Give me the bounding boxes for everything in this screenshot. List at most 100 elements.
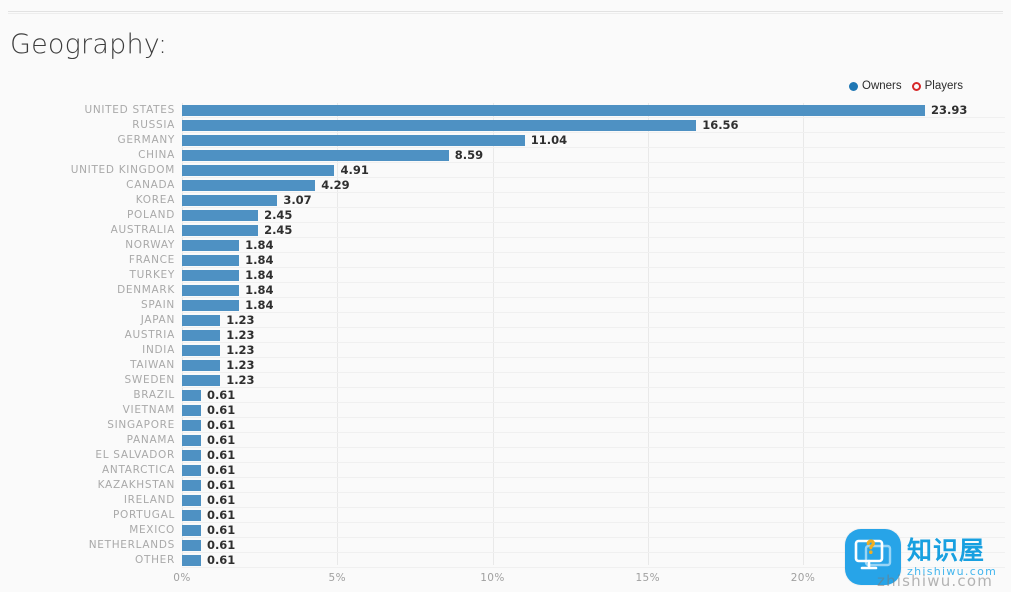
bar-row[interactable]: POLAND 2.45 [0, 208, 1011, 223]
bar-row[interactable]: RUSSIA 16.56 [0, 118, 1011, 133]
bar-owners[interactable] [182, 375, 221, 386]
category-label: NETHERLANDS [88, 539, 175, 551]
bar-row[interactable]: SINGAPORE 0.61 [0, 418, 1011, 433]
bar-owners[interactable] [182, 240, 240, 251]
bar-row[interactable]: KAZAKHSTAN 0.61 [0, 478, 1011, 493]
geography-chart-page: Geography: Owners Players UNITED STATES 23… [0, 0, 1011, 592]
bar-owners[interactable] [182, 285, 240, 296]
bar-value-label: 0.61 [206, 388, 236, 402]
header-divider [8, 11, 1003, 12]
bar-owners[interactable] [182, 480, 201, 491]
bar-row[interactable]: UNITED KINGDOM 4.91 [0, 163, 1011, 178]
category-label: UNITED KINGDOM [70, 164, 175, 176]
bar-owners[interactable] [182, 315, 221, 326]
category-label: ANTARCTICA [102, 464, 175, 476]
bar-value-label: 0.61 [206, 433, 236, 447]
bar-row[interactable]: PANAMA 0.61 [0, 433, 1011, 448]
bar-owners[interactable] [182, 540, 201, 551]
bar-owners[interactable] [182, 405, 201, 416]
bar-owners[interactable] [182, 465, 201, 476]
bar-row[interactable]: CANADA 4.29 [0, 178, 1011, 193]
chart-legend: Owners Players [849, 80, 963, 93]
bar-owners[interactable] [182, 450, 201, 461]
bar-owners[interactable] [182, 255, 240, 266]
bar-owners[interactable] [182, 150, 449, 161]
bar-value-label: 2.45 [264, 208, 293, 222]
legend-label: Players [924, 80, 963, 92]
bar-row[interactable]: AUSTRIA 1.23 [0, 328, 1011, 343]
bar-owners[interactable] [182, 225, 259, 236]
bar-value-label: 0.61 [206, 538, 236, 552]
bar-owners[interactable] [182, 120, 697, 131]
bar-owners[interactable] [182, 345, 221, 356]
bar-owners[interactable] [182, 435, 201, 446]
bar-owners[interactable] [182, 210, 259, 221]
watermark-text: 知识屋 zhishiwu.com [907, 538, 997, 577]
bar-row[interactable]: ANTARCTICA 0.61 [0, 463, 1011, 478]
bar-row[interactable]: DENMARK 1.84 [0, 283, 1011, 298]
x-axis-tick-label: 10% [480, 572, 505, 584]
bar-row[interactable]: AUSTRALIA 2.45 [0, 223, 1011, 238]
bar-value-label: 1.23 [226, 313, 255, 327]
bar-row[interactable]: EL SALVADOR 0.61 [0, 448, 1011, 463]
bar-value-label: 1.84 [245, 238, 274, 252]
bar-row[interactable]: UNITED STATES 23.93 [0, 103, 1011, 118]
category-label: CANADA [126, 179, 175, 191]
legend-item-owners[interactable]: Owners [849, 80, 902, 93]
category-label: DENMARK [117, 284, 175, 296]
bar-row[interactable]: NORWAY 1.84 [0, 238, 1011, 253]
legend-item-players[interactable]: Players [911, 80, 963, 93]
bar-owners[interactable] [182, 135, 525, 146]
category-label: PORTUGAL [113, 509, 175, 521]
bar-value-label: 0.61 [206, 463, 236, 477]
category-label: MEXICO [129, 524, 175, 536]
bar-owners[interactable] [182, 270, 240, 281]
category-label: INDIA [142, 344, 175, 356]
category-label: SINGAPORE [107, 419, 175, 431]
bar-row[interactable]: INDIA 1.23 [0, 343, 1011, 358]
x-axis-tick-label: 15% [635, 572, 661, 584]
bar-row[interactable]: VIETNAM 0.61 [0, 403, 1011, 418]
bar-owners[interactable] [182, 180, 316, 191]
bar-owners[interactable] [182, 495, 201, 506]
bar-value-label: 2.45 [264, 223, 293, 237]
bar-row[interactable]: IRELAND 0.61 [0, 493, 1011, 508]
bar-owners[interactable] [182, 555, 201, 566]
bar-owners[interactable] [182, 420, 201, 431]
bar-owners[interactable] [182, 165, 335, 176]
bar-row[interactable]: BRAZIL 0.61 [0, 388, 1011, 403]
bar-owners[interactable] [182, 300, 240, 311]
category-label: OTHER [134, 554, 175, 566]
bar-value-label: 0.61 [206, 403, 236, 417]
bar-value-label: 4.91 [340, 163, 369, 177]
bar-owners[interactable] [182, 195, 278, 206]
bar-row[interactable]: JAPAN 1.23 [0, 313, 1011, 328]
legend-marker-owners-icon [849, 82, 859, 92]
bar-value-label: 16.56 [702, 118, 739, 132]
bar-owners[interactable] [182, 330, 221, 341]
bar-owners[interactable] [182, 360, 221, 371]
bar-value-label: 1.23 [226, 373, 255, 387]
bar-value-label: 1.84 [245, 268, 274, 282]
category-label: SWEDEN [124, 374, 175, 386]
bar-row[interactable]: KOREA 3.07 [0, 193, 1011, 208]
bar-owners[interactable] [182, 390, 201, 401]
header-divider-secondary [8, 13, 1003, 14]
bar-row[interactable]: PORTUGAL 0.61 [0, 508, 1011, 523]
bar-owners[interactable] [182, 510, 201, 521]
bar-row[interactable]: TAIWAN 1.23 [0, 358, 1011, 373]
bar-row[interactable]: FRANCE 1.84 [0, 253, 1011, 268]
bar-row[interactable]: GERMANY 11.04 [0, 133, 1011, 148]
category-label: TAIWAN [130, 359, 175, 371]
bar-value-label: 0.61 [206, 523, 236, 537]
bar-owners[interactable] [182, 525, 201, 536]
legend-marker-players-icon [911, 82, 921, 92]
bar-value-label: 1.23 [226, 358, 255, 372]
category-label: BRAZIL [133, 389, 175, 401]
bar-row[interactable]: SWEDEN 1.23 [0, 373, 1011, 388]
bar-row[interactable]: SPAIN 1.84 [0, 298, 1011, 313]
category-label: TURKEY [129, 269, 175, 281]
bar-row[interactable]: TURKEY 1.84 [0, 268, 1011, 283]
bar-row[interactable]: CHINA 8.59 [0, 148, 1011, 163]
bar-owners[interactable] [182, 105, 926, 116]
